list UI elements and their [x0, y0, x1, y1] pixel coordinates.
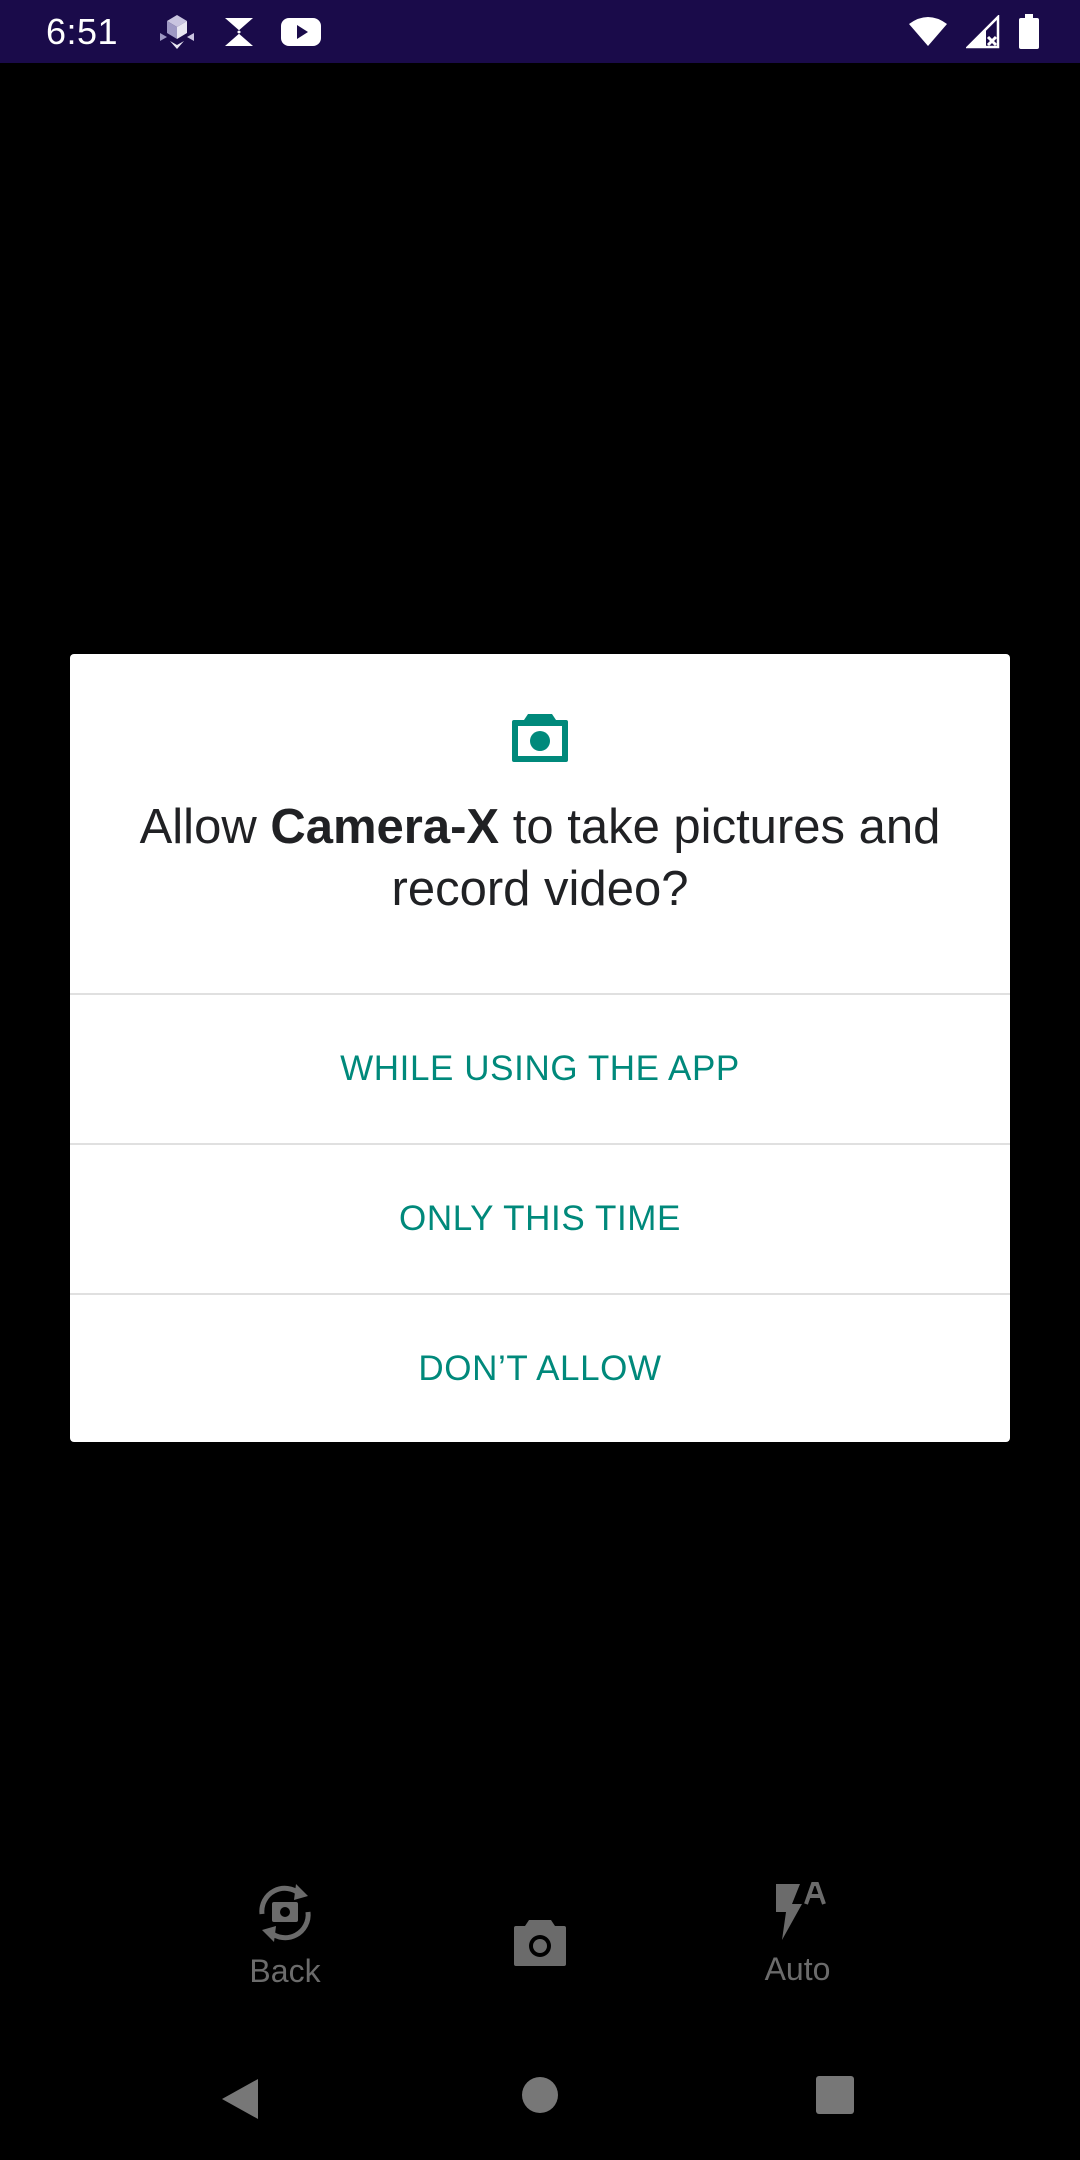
status-time: 6:51: [46, 10, 119, 52]
nav-back-button[interactable]: [218, 2075, 262, 2128]
s-app-icon: [222, 15, 256, 49]
switch-camera-button[interactable]: Back: [230, 1880, 340, 1990]
only-this-time-button[interactable]: ONLY THIS TIME: [70, 1143, 1010, 1293]
dont-allow-button[interactable]: DON’T ALLOW: [70, 1293, 1010, 1442]
dialog-header: Allow Camera-X to take pictures and reco…: [70, 654, 1010, 993]
camera-capture-icon: [512, 1918, 568, 1973]
flash-auto-icon: [766, 1880, 830, 1949]
switch-camera-label: Back: [249, 1953, 321, 1989]
flash-mode-button[interactable]: Auto: [745, 1880, 850, 1988]
flash-mode-label: Auto: [764, 1951, 831, 1987]
camera-controls: Back Auto: [0, 1880, 1080, 2010]
back-triangle-icon: [218, 2075, 262, 2128]
permission-dialog: Allow Camera-X to take pictures and reco…: [70, 654, 1010, 1442]
youtube-icon: [280, 16, 322, 48]
app-name: Camera-X: [270, 800, 500, 854]
cube-app-icon: [156, 13, 198, 51]
system-icons: [908, 13, 1040, 50]
status-bar: 6:51: [0, 0, 1080, 63]
notification-icons: [156, 13, 322, 51]
wifi-icon: [908, 16, 948, 48]
while-using-app-button[interactable]: WHILE USING THE APP: [70, 993, 1010, 1143]
switch-camera-icon: [250, 1880, 320, 1951]
capture-button[interactable]: [508, 1918, 572, 1973]
camera-icon: [510, 710, 570, 764]
nav-recents-button[interactable]: [815, 2075, 855, 2120]
battery-icon: [1018, 13, 1040, 50]
home-circle-icon: [520, 2075, 560, 2120]
dialog-title: Allow Camera-X to take pictures and reco…: [130, 796, 950, 920]
recents-square-icon: [815, 2075, 855, 2120]
navigation-bar: [0, 2020, 1080, 2160]
title-prefix: Allow: [139, 800, 271, 854]
nav-home-button[interactable]: [520, 2075, 560, 2120]
signal-icon: [966, 14, 1000, 49]
